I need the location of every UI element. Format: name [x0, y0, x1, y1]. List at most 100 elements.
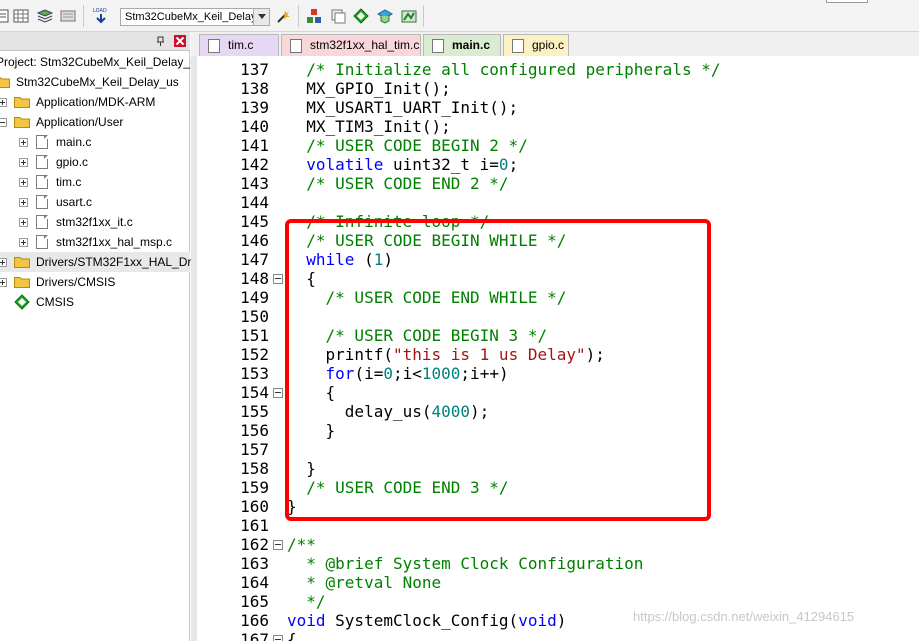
tree-file-item[interactable]: tim.c — [0, 172, 190, 192]
tree-group-item[interactable]: Stm32CubeMx_Keil_Delay_us — [0, 72, 190, 92]
tree-group-item[interactable]: Application/User — [0, 112, 190, 132]
project-title: Project: Stm32CubeMx_Keil_Delay_us — [0, 52, 203, 72]
tree-file-item[interactable]: gpio.c — [0, 152, 190, 172]
line-number: 155 — [240, 402, 269, 421]
code-text: while (1) — [306, 250, 393, 269]
tree-group-item[interactable]: CMSIS — [0, 292, 190, 312]
line-number: 142 — [240, 155, 269, 174]
expand-icon[interactable] — [19, 218, 28, 227]
code-line[interactable]: 139 MX_USART1_UART_Init(); — [191, 98, 919, 117]
tree-group-item[interactable]: Application/MDK-ARM — [0, 92, 190, 112]
green-diamond-icon[interactable] — [353, 8, 369, 24]
load-icon[interactable]: LOAD — [92, 6, 110, 26]
expand-icon[interactable] — [0, 98, 7, 107]
code-line[interactable]: 145 /* Infinite loop */ — [191, 212, 919, 231]
code-line[interactable]: 151 /* USER CODE BEGIN 3 */ — [191, 326, 919, 345]
file-extensions-icon[interactable] — [330, 8, 346, 24]
code-line[interactable]: 152 printf("this is 1 us Delay"); — [191, 345, 919, 364]
expand-icon[interactable] — [19, 138, 28, 147]
code-line[interactable]: 157 — [191, 440, 919, 459]
chevron-down-icon[interactable] — [253, 9, 269, 25]
code-line[interactable]: 161 — [191, 516, 919, 535]
tab-gpio-c[interactable]: gpio.c — [503, 34, 569, 56]
tree-file-item[interactable]: usart.c — [0, 192, 190, 212]
code-line[interactable]: 154 { — [191, 383, 919, 402]
code-text: /* USER CODE BEGIN 2 */ — [287, 136, 528, 155]
close-icon[interactable] — [174, 35, 186, 47]
code-line[interactable]: 141 /* USER CODE BEGIN 2 */ — [191, 136, 919, 155]
expand-icon[interactable] — [19, 158, 28, 167]
code-line[interactable]: 158 } — [191, 459, 919, 478]
tab-main-c[interactable]: main.c — [423, 34, 501, 56]
line-number: 152 — [240, 345, 269, 364]
code-editor[interactable]: 137 /* Initialize all configured periphe… — [191, 56, 919, 641]
code-line[interactable]: 159 /* USER CODE END 3 */ — [191, 478, 919, 497]
code-line[interactable]: 137 /* Initialize all configured periphe… — [191, 60, 919, 79]
expand-icon[interactable] — [19, 238, 28, 247]
code-line[interactable]: 164 * @retval None — [191, 573, 919, 592]
grid-icon[interactable] — [13, 8, 29, 24]
code-line[interactable]: 163 * @brief System Clock Configuration — [191, 554, 919, 573]
code-line[interactable]: 155 delay_us(4000); — [191, 402, 919, 421]
manage-components-icon[interactable] — [306, 8, 322, 24]
collapse-icon[interactable] — [0, 118, 7, 127]
fold-toggle-icon[interactable] — [273, 274, 283, 284]
line-number: 151 — [240, 326, 269, 345]
line-number: 141 — [240, 136, 269, 155]
pin-icon[interactable] — [156, 36, 166, 46]
code-line[interactable]: 144 — [191, 193, 919, 212]
tree-item-label: stm32f1xx_hal_msp.c — [56, 235, 173, 249]
line-number: 149 — [240, 288, 269, 307]
file-icon — [36, 175, 48, 189]
code-text: for(i=0;i<1000;i++) — [325, 364, 509, 383]
tab-tim-c[interactable]: tim.c — [199, 34, 279, 56]
code-line[interactable]: 160} — [191, 497, 919, 516]
target-options-icon[interactable] — [276, 8, 292, 24]
window-control[interactable] — [826, 0, 868, 3]
code-line[interactable]: 156 } — [191, 421, 919, 440]
fold-toggle-icon[interactable] — [273, 635, 283, 641]
runtime-environment-icon[interactable] — [401, 8, 417, 24]
fold-toggle-icon[interactable] — [273, 540, 283, 550]
layers-icon[interactable] — [37, 8, 53, 24]
pack-installer-icon[interactable] — [377, 8, 393, 24]
code-text: } — [287, 459, 316, 478]
watermark: https://blog.csdn.net/weixin_41294615 — [633, 609, 855, 624]
code-line[interactable]: 167 { — [191, 630, 919, 641]
line-number: 167 — [240, 630, 269, 641]
code-line[interactable]: 142 volatile uint32_t i=0; — [191, 155, 919, 174]
line-number: 138 — [240, 79, 269, 98]
project-title-label: Project: Stm32CubeMx_Keil_Delay_us — [0, 55, 203, 69]
code-line[interactable]: 146 /* USER CODE BEGIN WHILE */ — [191, 231, 919, 250]
expand-icon[interactable] — [19, 178, 28, 187]
file-icon — [36, 155, 48, 169]
tree-file-item[interactable]: main.c — [0, 132, 190, 152]
tree-group-item[interactable]: Drivers/STM32F1xx_HAL_Driver — [0, 252, 211, 272]
tab-stm32f1xx-hal-tim-c[interactable]: stm32f1xx_hal_tim.c — [281, 34, 421, 56]
expand-icon[interactable] — [0, 278, 7, 287]
tree-item-label: gpio.c — [56, 155, 89, 169]
target-select[interactable]: Stm32CubeMx_Keil_Delay_us — [120, 8, 270, 26]
tree-file-item[interactable]: stm32f1xx_hal_msp.c — [0, 232, 190, 252]
tree-group-item[interactable]: Drivers/CMSIS — [0, 272, 190, 292]
code-text: MX_TIM3_Init(); — [287, 117, 451, 136]
code-line[interactable]: 140 MX_TIM3_Init(); — [191, 117, 919, 136]
code-text: void SystemClock_Config(void) — [287, 611, 567, 630]
code-line[interactable]: 148 { — [191, 269, 919, 288]
folder-icon — [14, 97, 30, 108]
fold-toggle-icon[interactable] — [273, 388, 283, 398]
code-line[interactable]: 162 /** — [191, 535, 919, 554]
toolbar-button-icon[interactable] — [0, 8, 10, 24]
code-line[interactable]: 150 — [191, 307, 919, 326]
expand-icon[interactable] — [0, 258, 7, 267]
file-icon — [432, 39, 444, 53]
tree-file-item[interactable]: stm32f1xx_it.c — [0, 212, 190, 232]
code-line[interactable]: 143 /* USER CODE END 2 */ — [191, 174, 919, 193]
code-line[interactable]: 153 for(i=0;i<1000;i++) — [191, 364, 919, 383]
batch-icon[interactable] — [60, 8, 76, 24]
code-line[interactable]: 138 MX_GPIO_Init(); — [191, 79, 919, 98]
code-line[interactable]: 147 while (1) — [191, 250, 919, 269]
expand-icon[interactable] — [19, 198, 28, 207]
code-text: } — [287, 497, 297, 516]
code-line[interactable]: 149 /* USER CODE END WHILE */ — [191, 288, 919, 307]
